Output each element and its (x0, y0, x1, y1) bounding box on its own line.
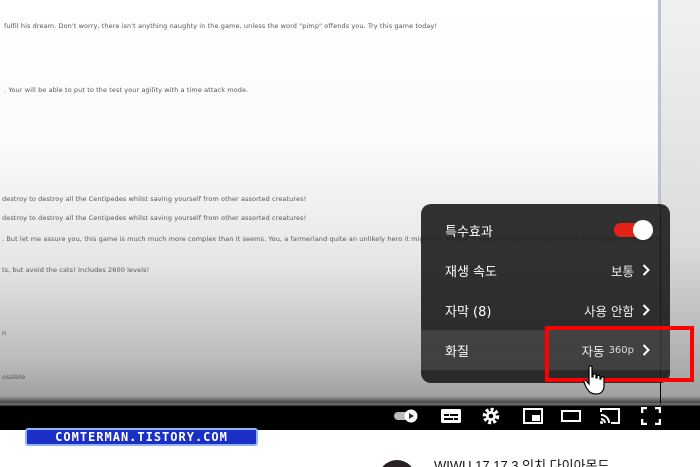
cast-icon[interactable] (598, 405, 622, 427)
menu-item-value: 사용 안함 (584, 303, 634, 319)
quality-highlight-box (545, 326, 694, 382)
video-text-line: . Your will be able to put to the test y… (4, 86, 249, 94)
hand-cursor-icon (583, 365, 605, 399)
video-text-line: ossible (2, 373, 26, 381)
video-text-line: ts, but avoid the cats! Includes 2600 le… (2, 266, 150, 274)
menu-item-value: 보통 (610, 263, 634, 279)
theater-mode-icon[interactable] (559, 405, 583, 427)
menu-item-label: 특수효과 (445, 224, 493, 240)
menu-item-label: 자막 (8) (445, 304, 492, 320)
channel-avatar[interactable] (378, 460, 416, 467)
video-text-line: fulfil his dream. Don't worry, there isn… (4, 22, 438, 30)
menu-item-subtitles[interactable]: 자막 (8) 사용 안함 (421, 290, 670, 330)
chevron-right-icon (642, 304, 650, 316)
annotations-toggle[interactable] (614, 220, 653, 240)
menu-item-playback-speed[interactable]: 재생 속도 보통 (421, 250, 670, 290)
menu-item-annotations[interactable]: 특수효과 (421, 210, 670, 250)
toggle-knob (633, 220, 653, 240)
control-bar (0, 396, 700, 430)
menu-item-label: 재생 속도 (445, 264, 497, 280)
video-text-line: n (2, 329, 7, 337)
progress-bar[interactable] (0, 403, 700, 406)
autoplay-toggle-icon[interactable] (392, 405, 422, 427)
watermark: COMTERMAN.TISTORY.COM (25, 428, 258, 446)
subtitles-icon[interactable] (439, 405, 463, 427)
chevron-right-icon (642, 264, 650, 276)
miniplayer-icon[interactable] (521, 405, 545, 427)
settings-gear-icon[interactable] (479, 405, 503, 427)
video-text-line: destroy to destroy all the Centipedes wh… (2, 214, 307, 222)
video-text-line: destroy to destroy all the Centipedes wh… (2, 195, 307, 203)
related-video-title[interactable]: WIWU 17.17.3 인치 다이아몬드 (434, 455, 609, 467)
fullscreen-icon[interactable] (639, 405, 663, 427)
